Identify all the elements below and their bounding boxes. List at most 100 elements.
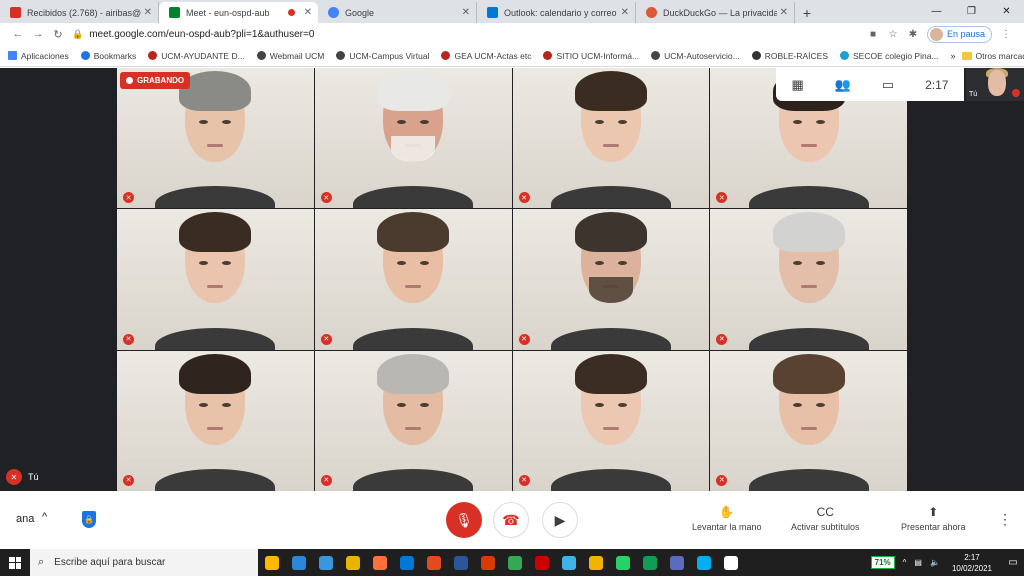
participant-tile[interactable]: ✕ [710,209,907,350]
reload-icon[interactable]: ↻ [48,28,68,41]
new-tab-button[interactable]: + [795,2,819,23]
taskbar-app-icon[interactable] [636,549,663,576]
app-glyph [723,555,738,570]
taskbar-app-icon[interactable] [312,549,339,576]
meeting-name[interactable]: ana [16,513,34,525]
taskbar-app-icon[interactable] [501,549,528,576]
chevron-up-icon[interactable]: ^ [903,558,907,567]
mouth [602,144,619,147]
battery-indicator[interactable]: 71% [870,556,895,569]
participant-shoulders [550,468,671,491]
raise-hand-button[interactable]: ✋ Levantar la mano [692,505,762,532]
bookmark-item[interactable]: UCM-Autoservicio... [651,51,740,61]
more-options-icon[interactable]: ⋮ [998,511,1012,528]
close-tab-icon[interactable]: ✕ [462,7,470,18]
taskbar-app-icon[interactable] [663,549,690,576]
meeting-clock: 2:17 [925,77,949,92]
participant-tile[interactable]: ✕ [314,68,512,209]
bookmark-item[interactable]: Aplicaciones [8,51,69,61]
close-tab-icon[interactable]: ✕ [144,7,152,18]
taskbar-app-icon[interactable] [528,549,555,576]
lock-icon[interactable]: 🔒 [72,29,83,40]
toggle-camera-button[interactable]: ▶ [542,502,578,538]
extensions-icon[interactable]: ✱ [903,29,923,40]
taskbar-app-icon[interactable] [420,549,447,576]
address-bar[interactable]: 🔒 meet.google.com/eun-ospd-aub?pli=1&aut… [72,25,857,44]
profile-button[interactable]: En pausa [926,25,992,43]
taskbar-app-icon[interactable] [339,549,366,576]
minimize-button[interactable]: — [919,0,954,23]
participant-tile[interactable]: ✕ [710,350,907,491]
tab-duckduckgo[interactable]: DuckDuckGo — La privacidad, sir ✕ [636,2,795,23]
network-icon[interactable]: ▤ [914,558,922,567]
present-button[interactable]: ⬆ Presentar ahora [901,505,966,532]
taskbar-app-icon[interactable] [717,549,744,576]
volume-icon[interactable]: 🔈 [930,558,940,567]
close-tab-icon[interactable]: ✕ [621,7,629,18]
self-view-thumbnail[interactable]: Tú [966,68,1024,101]
participants-icon[interactable]: 👥 [835,77,851,93]
other-bookmarks-folder[interactable]: Otros marcadores [961,51,1024,61]
bookmark-item[interactable]: GEA UCM-Actas etc [441,51,531,61]
close-tab-icon[interactable]: ✕ [304,7,312,18]
taskbar-app-icon[interactable] [609,549,636,576]
eye [397,120,407,124]
toggle-microphone-button[interactable]: 🎙 [446,502,482,538]
participant-tile[interactable]: ✕ [117,209,314,350]
taskbar-app-icon[interactable] [366,549,393,576]
close-window-button[interactable]: ✕ [989,0,1024,23]
tab-google[interactable]: Google ✕ [318,2,477,23]
hang-up-button[interactable]: ☎ [493,502,529,538]
bookmark-item[interactable]: UCM-AYUDANTE D... [148,51,245,61]
bookmark-item[interactable]: SITIO UCM-Informá... [543,51,639,61]
tab-meet[interactable]: Meet - eun-ospd-aub ✕ [159,2,318,23]
browser-toolbar: ← → ↻ 🔒 meet.google.com/eun-ospd-aub?pli… [0,23,1024,45]
taskbar-app-icon[interactable] [285,549,312,576]
taskbar-app-icon[interactable] [555,549,582,576]
taskbar-search[interactable]: ⌕ Escribe aquí para buscar [30,549,258,576]
host-controls-shield-icon[interactable]: 🔒 [82,511,96,528]
present-label: Presentar ahora [901,522,966,532]
captions-button[interactable]: CC Activar subtítulos [791,505,860,532]
maximize-button[interactable]: ❐ [954,0,989,23]
participant-shoulders [550,186,671,209]
participant-tile[interactable]: ✕ [512,68,710,209]
chevron-up-icon[interactable]: ^ [42,511,47,523]
tile-layout-icon[interactable]: ▦ [791,77,803,93]
forward-arrow-icon[interactable]: → [28,28,48,40]
mic-off-icon: ✕ [518,192,530,204]
phone-hangup-icon: ☎ [502,511,520,528]
chat-icon[interactable]: ▭ [882,77,894,93]
menu-icon[interactable]: ⋮ [996,29,1016,40]
participant-shoulders [155,186,276,209]
participant-tile[interactable]: ✕ [117,350,314,491]
more-bookmarks-button[interactable]: » [951,51,956,61]
taskbar-app-icon[interactable] [690,549,717,576]
bookmark-item[interactable]: Bookmarks [80,51,136,61]
taskbar-app-icon[interactable] [474,549,501,576]
bookmark-item[interactable]: SECOE colegio Pina... [840,51,939,61]
tab-outlook[interactable]: Outlook: calendario y correo ele... ✕ [477,2,636,23]
eye [617,261,627,266]
start-button[interactable] [0,549,30,576]
participant-tile[interactable]: ✕ [512,350,710,491]
participant-tile[interactable]: ✕ [314,209,512,350]
participant-tile[interactable]: ✕ [314,350,512,491]
bookmark-item[interactable]: ROBLE-RAÍCES [751,51,828,61]
participant-tile[interactable]: ✕ [117,68,314,209]
camera-permission-icon[interactable]: ■ [863,29,883,40]
bookmark-item[interactable]: Webmail UCM [256,51,324,61]
taskbar-app-icon[interactable] [582,549,609,576]
taskbar-app-icon[interactable] [393,549,420,576]
back-arrow-icon[interactable]: ← [8,28,28,40]
notifications-icon[interactable]: ▭ [1002,557,1024,568]
participant-tile[interactable]: ✕ [512,209,710,350]
bookmark-item[interactable]: UCM-Campus Virtual [336,51,429,61]
taskbar-app-icon[interactable] [258,549,285,576]
star-icon[interactable]: ☆ [883,29,903,40]
tab-gmail[interactable]: Recibidos (2.768) - airibas@ucm... ✕ [0,2,159,23]
taskbar-app-icon[interactable] [447,549,474,576]
meeting-top-controls: ▦ 👥 ▭ 2:17 [776,68,964,101]
close-tab-icon[interactable]: ✕ [780,7,788,18]
taskbar-clock[interactable]: 2:17 10/02/2021 [952,552,992,574]
